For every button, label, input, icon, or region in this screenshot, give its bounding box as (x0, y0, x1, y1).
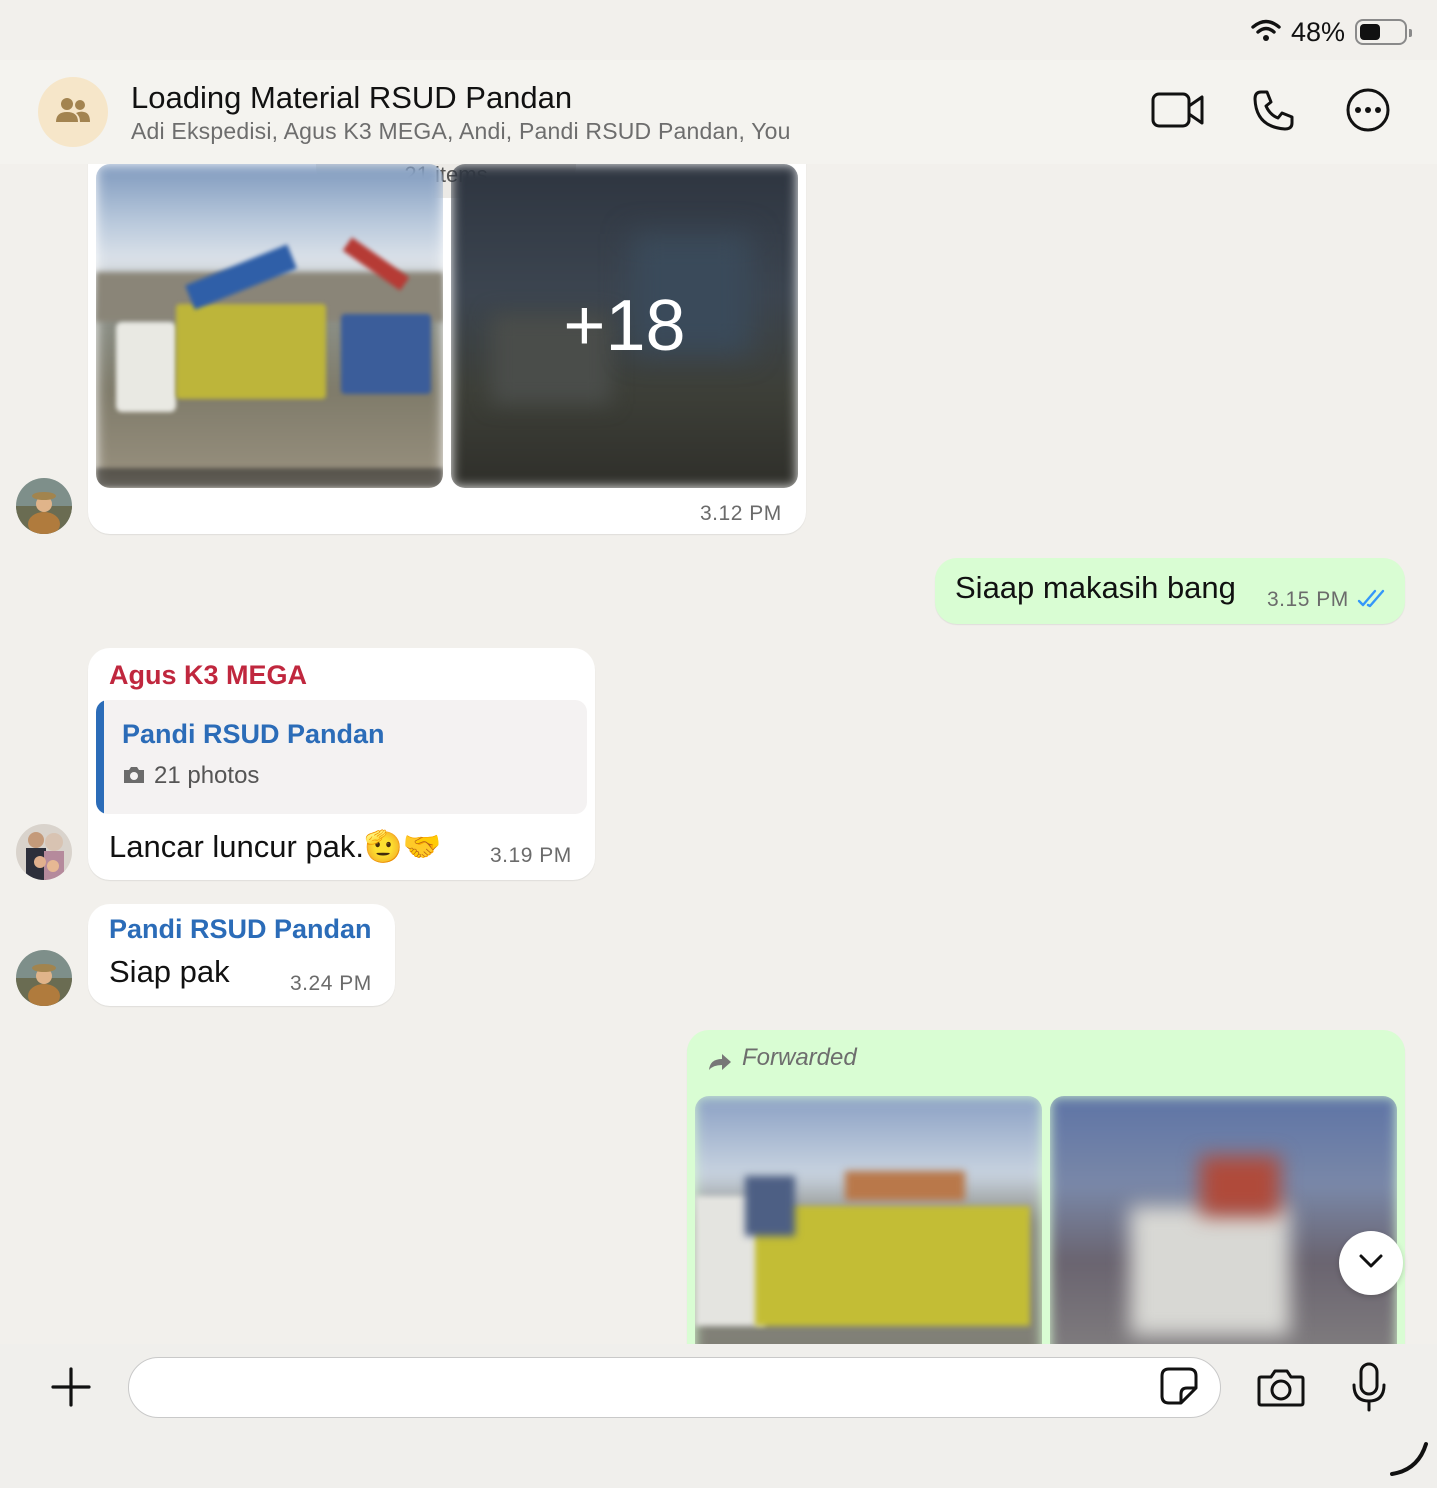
sticker-icon (1160, 1367, 1198, 1410)
chat-title[interactable]: Loading Material RSUD Pandan (131, 80, 572, 116)
scroll-to-bottom-button[interactable] (1339, 1231, 1403, 1295)
sender-avatar[interactable] (16, 478, 72, 534)
wifi-icon (1251, 18, 1281, 47)
incoming-message[interactable]: Pandi RSUD Pandan Siap pak 3.24 PM (88, 904, 395, 1006)
resize-handle-icon[interactable] (1388, 1440, 1432, 1485)
album-photo-more[interactable]: +18 (451, 164, 798, 488)
reply-message[interactable]: Agus K3 MEGA Pandi RSUD Pandan 21 photos… (88, 648, 595, 880)
chevron-down-icon (1358, 1253, 1384, 1274)
sticker-button[interactable] (1159, 1367, 1199, 1410)
quoted-message[interactable]: Pandi RSUD Pandan 21 photos (96, 700, 587, 814)
phone-icon (1252, 89, 1294, 136)
quoted-sender: Pandi RSUD Pandan (122, 719, 385, 749)
message-time: 3.19 PM (490, 844, 572, 867)
battery-level-fill (1360, 24, 1381, 40)
message-text: Lancar luncur pak.🫡🤝 (109, 829, 442, 864)
album-photo-1[interactable] (96, 164, 443, 488)
group-icon (54, 96, 92, 129)
message-text: Siaap makasih bang (955, 570, 1236, 605)
message-input[interactable] (128, 1357, 1221, 1418)
forwarded-photo-1[interactable] (695, 1096, 1042, 1344)
forwarded-photo-2[interactable] (1050, 1096, 1397, 1344)
sender-name: Pandi RSUD Pandan (109, 914, 372, 944)
more-photos-count: +18 (563, 286, 686, 366)
message-list[interactable]: 21 items +18 3.12 PM Siaap makasih bang … (0, 164, 1437, 1344)
quote-bar (96, 700, 104, 814)
message-text: Siap pak (109, 954, 230, 989)
double-check-read-icon (1357, 588, 1387, 615)
sender-avatar[interactable] (16, 950, 72, 1006)
chat-members[interactable]: Adi Ekspedisi, Agus K3 MEGA, Andi, Pandi… (131, 118, 791, 145)
camera-icon (1257, 1367, 1305, 1412)
attach-button[interactable] (46, 1364, 96, 1414)
truck-bed (755, 1206, 1030, 1326)
plus-icon (51, 1366, 91, 1412)
message-time: 3.24 PM (290, 972, 372, 995)
voice-call-button[interactable] (1245, 88, 1301, 136)
status-bar: 48% (1251, 14, 1412, 50)
camera-button[interactable] (1256, 1364, 1306, 1414)
video-camera-icon (1151, 91, 1205, 134)
message-time: 3.12 PM (700, 502, 782, 525)
message-composer (0, 1344, 1437, 1488)
forwarded-album-message[interactable]: Forwarded (687, 1030, 1405, 1344)
battery-icon (1355, 19, 1412, 45)
ellipsis-circle-icon (1345, 87, 1391, 138)
camera-icon (122, 765, 146, 790)
more-options-button[interactable] (1340, 88, 1396, 136)
album-message[interactable]: 21 items +18 3.12 PM (88, 164, 806, 534)
sender-name: Agus K3 MEGA (109, 660, 308, 690)
battery-percentage: 48% (1290, 16, 1345, 47)
truck-bed (176, 304, 326, 399)
chat-header: Loading Material RSUD Pandan Adi Ekspedi… (0, 60, 1437, 164)
forward-arrow-icon (707, 1052, 733, 1077)
sender-avatar[interactable] (16, 824, 72, 880)
quoted-text: 21 photos (154, 762, 260, 789)
message-time: 3.15 PM (1267, 588, 1349, 611)
microphone-icon (1351, 1362, 1387, 1417)
voice-message-button[interactable] (1344, 1362, 1394, 1416)
forwarded-label: Forwarded (742, 1044, 857, 1071)
outgoing-message[interactable]: Siaap makasih bang 3.15 PM (935, 558, 1405, 624)
video-call-button[interactable] (1150, 88, 1206, 136)
truck-cab (116, 322, 176, 412)
group-avatar[interactable] (38, 77, 108, 147)
